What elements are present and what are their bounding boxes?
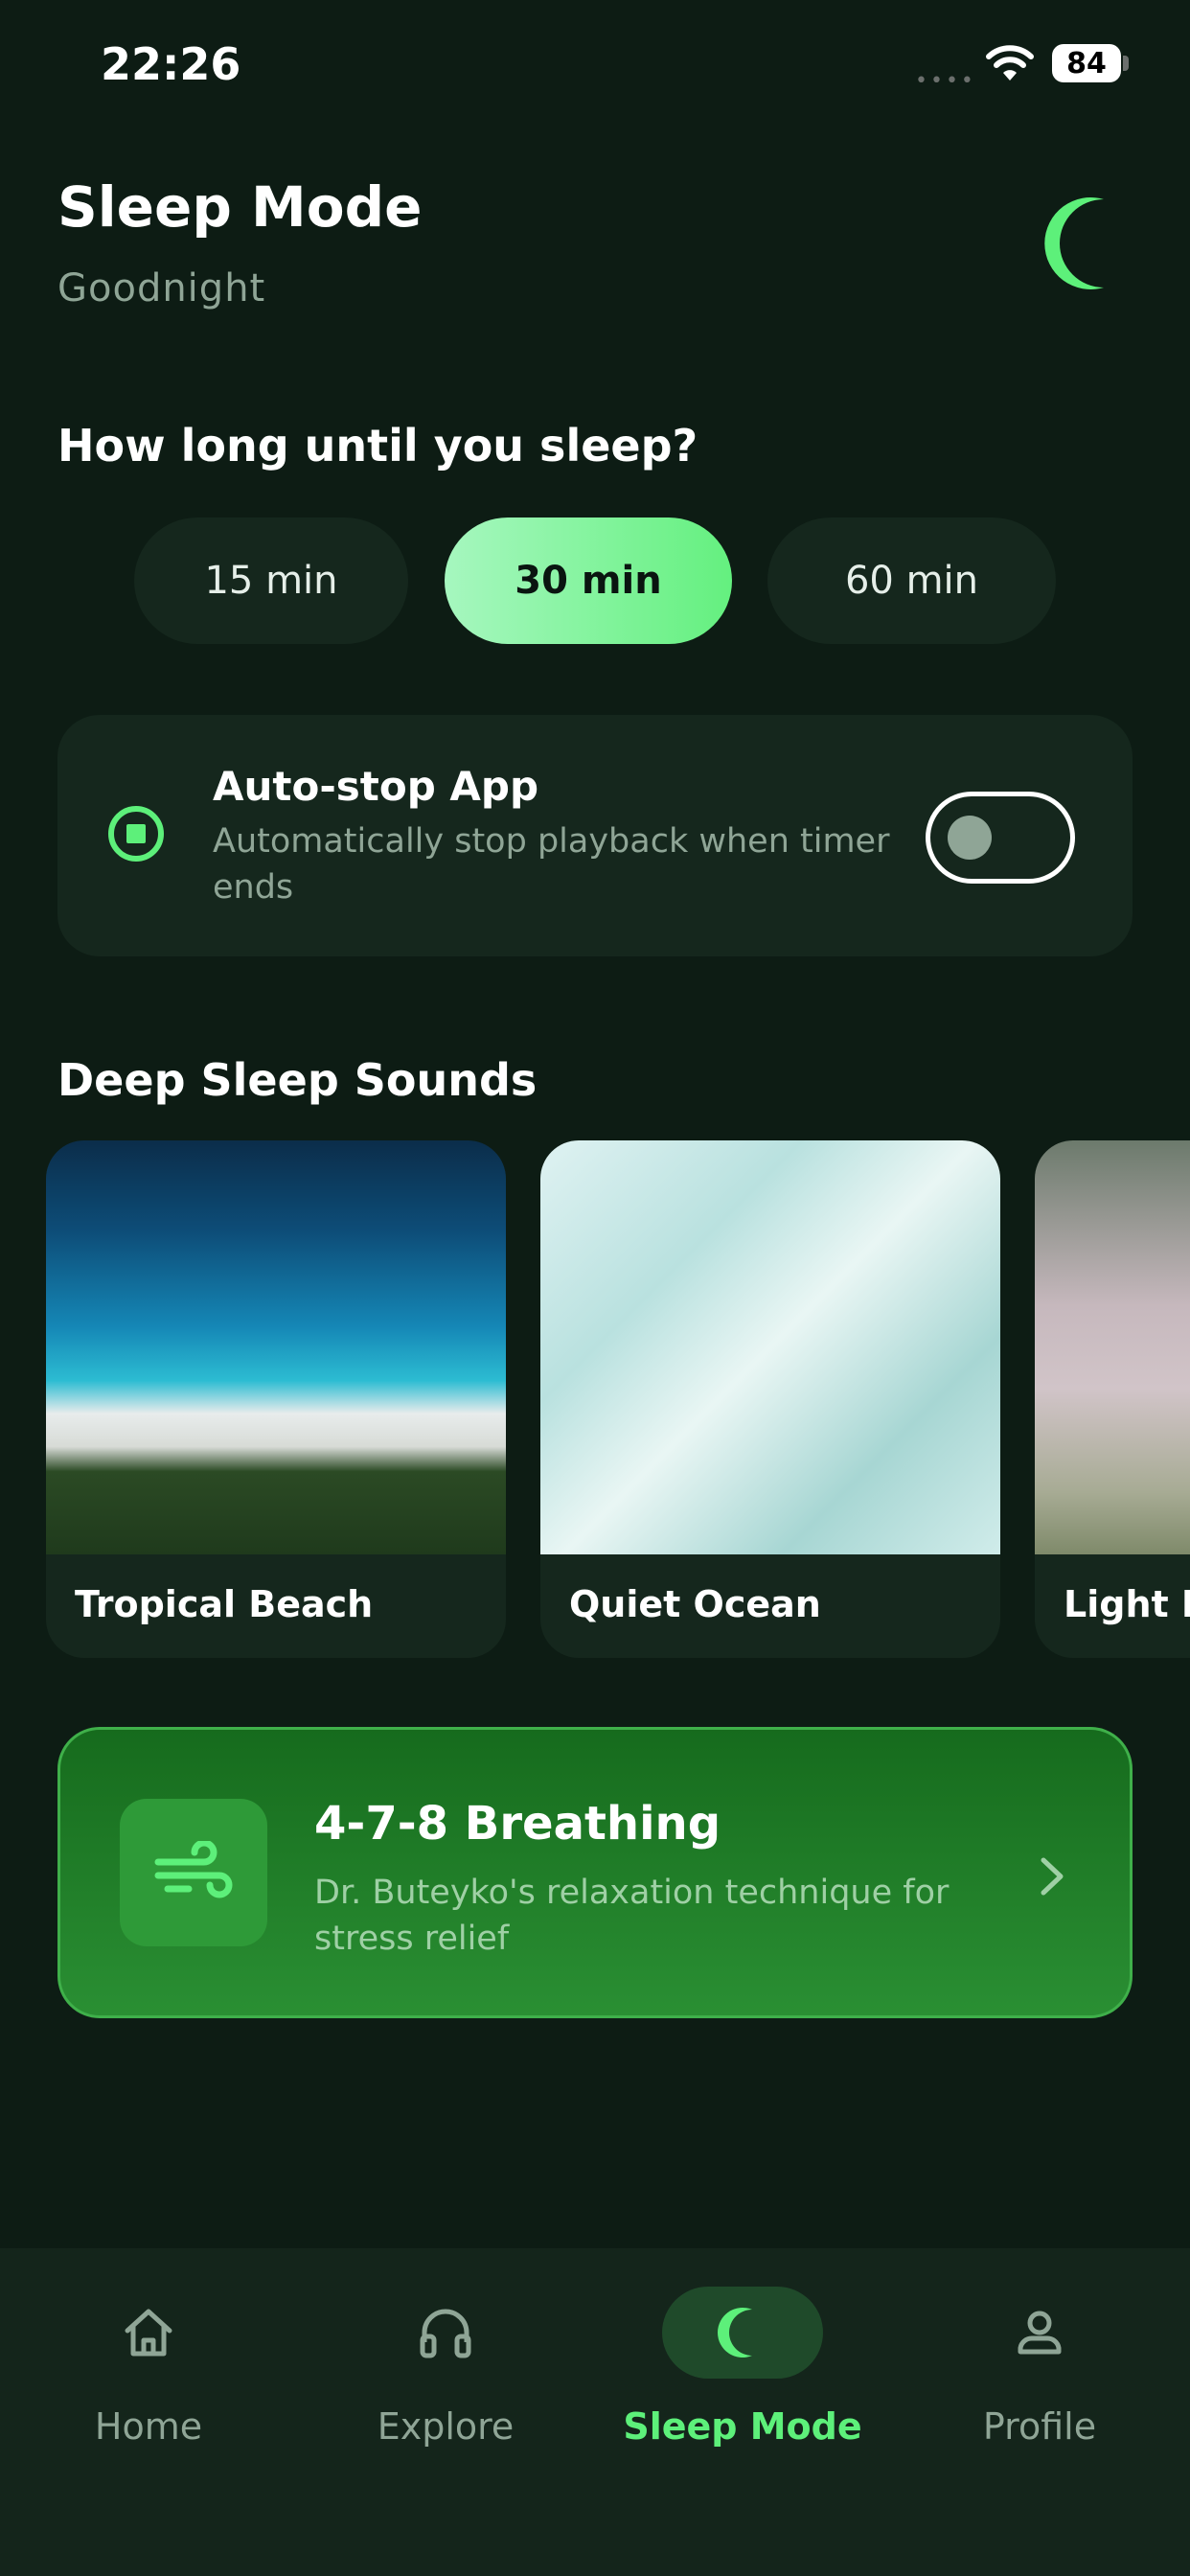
page-subtitle: Goodnight: [57, 266, 266, 310]
breath-icon-box: [120, 1799, 267, 1946]
sound-image-quiet-ocean: [540, 1140, 1000, 1554]
deep-sleep-heading: Deep Sleep Sounds: [57, 1054, 538, 1106]
auto-stop-card: Auto-stop App Automatically stop playbac…: [57, 715, 1133, 956]
sound-card-light-rain[interactable]: Light R: [1035, 1140, 1190, 1658]
bottom-navigation: Home Explore Sleep Mode Profile: [0, 2248, 1190, 2576]
timer-question: How long until you sleep?: [57, 420, 698, 472]
nav-label-profile: Profile: [982, 2405, 1097, 2448]
nav-label-home: Home: [94, 2405, 203, 2448]
sound-card-carousel[interactable]: Tropical Beach Quiet Ocean Light R: [0, 1140, 1190, 1658]
auto-stop-title: Auto-stop App: [213, 763, 539, 810]
nav-item-home[interactable]: Home: [0, 2287, 297, 2478]
duration-option-30[interactable]: 30 min: [445, 518, 732, 644]
status-time: 22:26: [101, 38, 241, 90]
headphones-icon: [420, 2309, 471, 2358]
nav-icon-container: [68, 2287, 229, 2379]
wind-icon: [154, 1841, 233, 1898]
sound-card-tropical-beach[interactable]: Tropical Beach: [46, 1140, 506, 1658]
sound-label: Quiet Ocean: [569, 1583, 821, 1625]
breathing-title: 4-7-8 Breathing: [314, 1797, 721, 1851]
nav-icon-container-active: [662, 2287, 823, 2379]
breathing-description: Dr. Buteyko's relaxation technique for s…: [314, 1874, 950, 1958]
moon-icon: [1044, 197, 1104, 289]
page-title: Sleep Mode: [57, 174, 423, 240]
profile-icon: [1018, 2311, 1062, 2355]
sound-image-tropical-beach: [46, 1140, 506, 1554]
sound-label: Tropical Beach: [75, 1583, 374, 1625]
battery-tip: [1123, 56, 1129, 71]
toggle-knob: [948, 816, 992, 860]
battery-indicator: 84: [1052, 44, 1121, 82]
duration-option-15[interactable]: 15 min: [134, 518, 408, 644]
nav-item-sleep-mode[interactable]: Sleep Mode: [594, 2287, 891, 2478]
wifi-icon: [986, 45, 1034, 80]
nav-item-profile[interactable]: Profile: [891, 2287, 1188, 2478]
status-bar: 22:26 •••• 84: [0, 0, 1190, 134]
auto-stop-toggle[interactable]: [926, 792, 1075, 884]
home-icon: [125, 2309, 172, 2357]
sound-label: Light R: [1064, 1583, 1190, 1625]
moon-icon: [718, 2308, 752, 2358]
auto-stop-description: Automatically stop playback when timer e…: [213, 822, 890, 907]
sound-image-light-rain: [1035, 1140, 1190, 1554]
nav-label-sleep-mode: Sleep Mode: [623, 2405, 862, 2448]
nav-label-explore: Explore: [377, 2405, 515, 2448]
cellular-signal-icon: ••••: [915, 69, 976, 93]
stop-circle-icon: [108, 806, 164, 862]
nav-icon-container: [959, 2287, 1120, 2379]
duration-option-60[interactable]: 60 min: [767, 518, 1056, 644]
sound-card-quiet-ocean[interactable]: Quiet Ocean: [540, 1140, 1000, 1658]
nav-item-explore[interactable]: Explore: [297, 2287, 594, 2478]
nav-icon-container: [365, 2287, 526, 2379]
breathing-card[interactable]: 4-7-8 Breathing Dr. Buteyko's relaxation…: [57, 1727, 1133, 2018]
chevron-right-icon: [1041, 1857, 1064, 1896]
